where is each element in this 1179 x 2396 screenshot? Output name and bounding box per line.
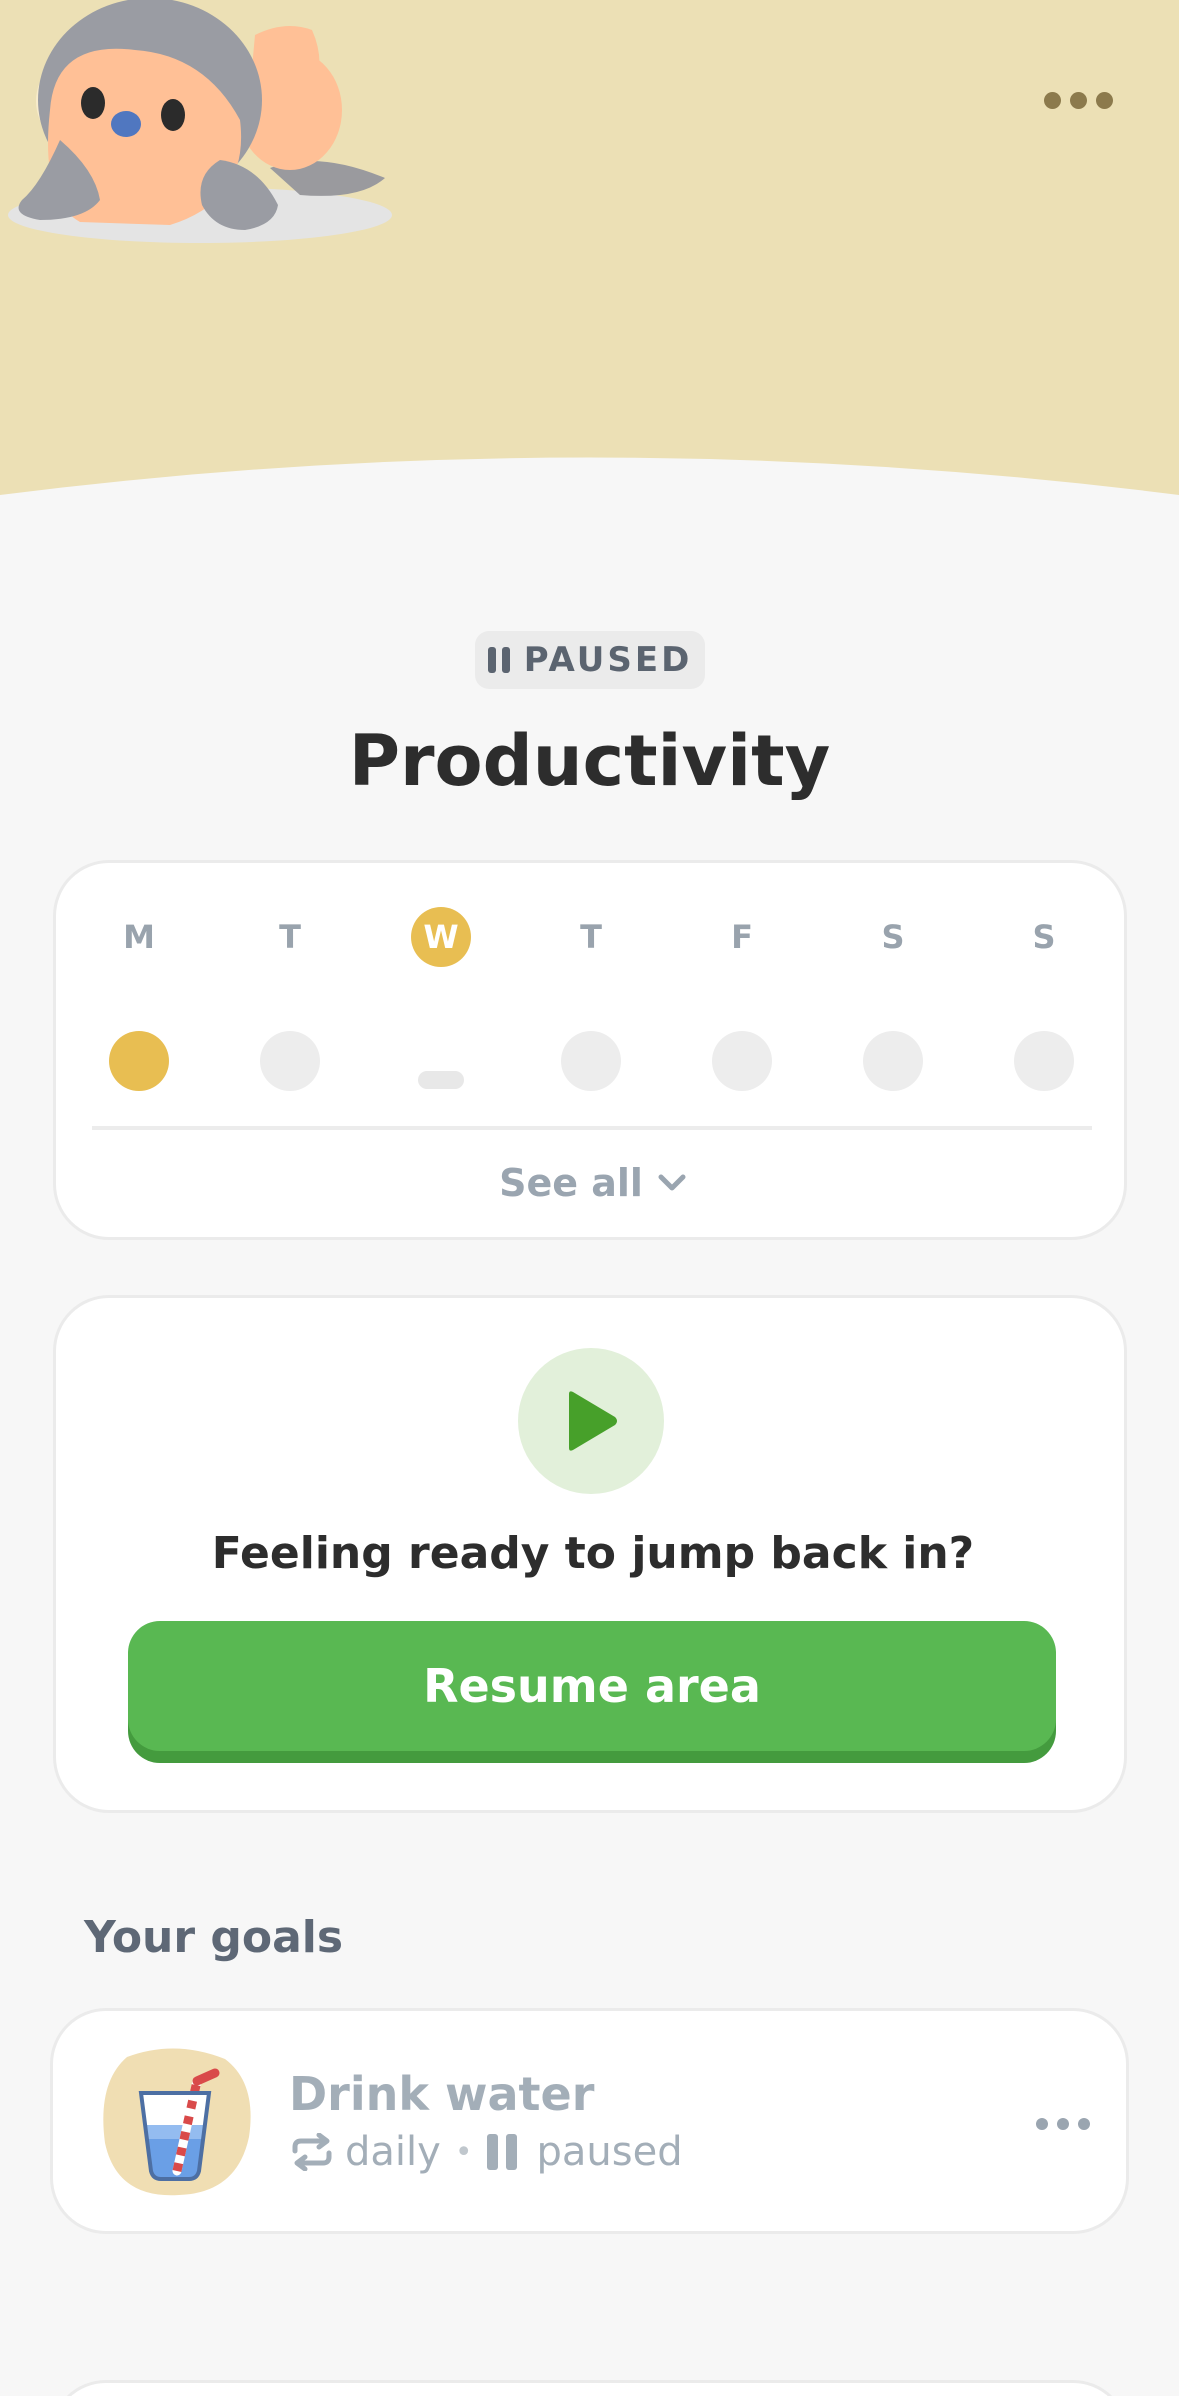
repeat-icon [292, 2133, 332, 2171]
week-tracker-card: M T W T F S S See all [53, 860, 1127, 1240]
day-progress-dot-sunday[interactable] [1014, 1031, 1074, 1091]
goals-section-title: Your goals [84, 1912, 344, 1963]
day-progress-dash-wednesday [418, 1071, 464, 1089]
goal-name: Drink water [289, 2067, 595, 2121]
pause-icon [487, 647, 510, 673]
day-progress-dot-tuesday[interactable] [260, 1031, 320, 1091]
status-label: PAUSED [523, 640, 693, 680]
day-progress-dot-saturday[interactable] [863, 1031, 923, 1091]
meta-separator: • [454, 2134, 473, 2170]
status-badge: PAUSED [475, 631, 705, 689]
divider [92, 1126, 1092, 1130]
day-label-monday: M [123, 918, 155, 956]
play-badge [518, 1348, 664, 1494]
day-progress-dot-monday[interactable] [109, 1031, 169, 1091]
more-horizontal-icon [1036, 2118, 1090, 2130]
goal-icon-container [97, 2043, 253, 2203]
goal-item-partial [50, 2380, 1129, 2396]
day-label-friday: F [731, 918, 753, 956]
resume-card: Feeling ready to jump back in? Resume ar… [53, 1295, 1127, 1813]
see-all-label: See all [499, 1161, 643, 1205]
more-options-button[interactable] [1030, 75, 1126, 125]
penguin-mascot-illustration [8, 0, 392, 243]
pause-icon [486, 2134, 517, 2170]
day-progress-dot-thursday[interactable] [561, 1031, 621, 1091]
resume-area-button[interactable]: Resume area [128, 1621, 1056, 1751]
play-icon [569, 1391, 617, 1451]
resume-prompt: Feeling ready to jump back in? [211, 1528, 975, 1579]
more-horizontal-icon [1043, 91, 1113, 109]
goal-frequency: daily [345, 2129, 441, 2175]
day-label-sunday: S [1032, 918, 1056, 956]
day-label-wednesday: W [411, 907, 471, 967]
day-label-tuesday: T [279, 918, 301, 956]
hero-header [0, 0, 1179, 560]
day-progress-dot-friday[interactable] [712, 1031, 772, 1091]
water-glass-icon [103, 2048, 251, 2196]
day-label-thursday: T [580, 918, 602, 956]
goal-item[interactable]: Drink water daily • paused [50, 2008, 1129, 2234]
page-title: Productivity [348, 720, 831, 802]
see-all-button[interactable]: See all [56, 1161, 1130, 1205]
chevron-down-icon [658, 1174, 686, 1191]
goal-more-button[interactable] [1028, 2099, 1098, 2149]
goal-meta: daily • paused [289, 2129, 683, 2175]
goal-status: paused [536, 2129, 683, 2175]
day-label-saturday: S [881, 918, 905, 956]
